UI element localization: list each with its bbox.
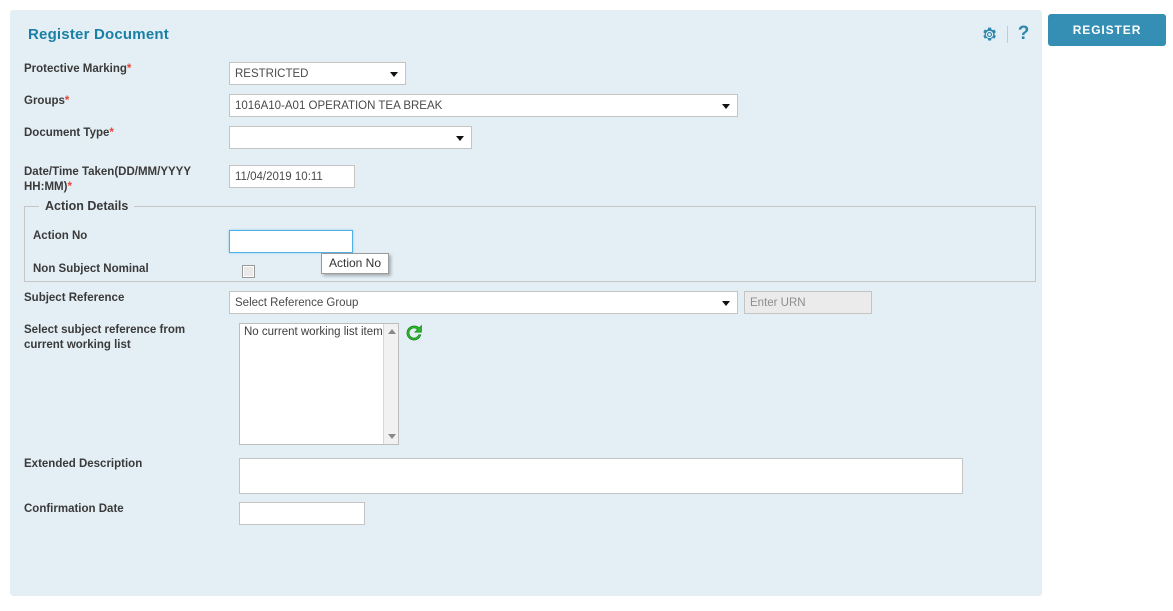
protective-marking-select[interactable]: RESTRICTED bbox=[229, 62, 406, 85]
scroll-down-icon[interactable] bbox=[388, 434, 396, 439]
working-list-label: Select subject reference from current wo… bbox=[24, 324, 186, 351]
header-divider bbox=[1007, 26, 1008, 43]
urn-input[interactable] bbox=[744, 291, 872, 314]
protective-marking-select-wrap: RESTRICTED bbox=[229, 62, 406, 85]
document-type-select[interactable] bbox=[229, 126, 472, 149]
action-no-input[interactable] bbox=[229, 230, 353, 253]
gear-icon[interactable] bbox=[981, 26, 998, 43]
action-details-legend: Action Details bbox=[39, 199, 135, 213]
protective-marking-label: Protective Marking* bbox=[24, 63, 132, 75]
refresh-icon[interactable] bbox=[404, 323, 424, 343]
extended-description-textarea[interactable] bbox=[239, 458, 963, 494]
extended-description-label: Extended Description bbox=[24, 458, 143, 470]
groups-label: Groups* bbox=[24, 95, 70, 107]
question-mark-icon[interactable]: ? bbox=[1017, 24, 1030, 43]
confirmation-date-label: Confirmation Date bbox=[24, 503, 124, 515]
action-no-label: Action No bbox=[33, 230, 88, 242]
required-marker: * bbox=[67, 181, 72, 193]
register-button[interactable]: REGISTER bbox=[1048, 14, 1166, 46]
scroll-up-icon[interactable] bbox=[388, 329, 396, 334]
required-marker: * bbox=[126, 63, 132, 75]
date-time-taken-input[interactable] bbox=[229, 165, 355, 188]
working-list-empty-text: No current working list items bbox=[244, 326, 389, 338]
groups-select-wrap: 1016A10-A01 OPERATION TEA BREAK bbox=[229, 94, 738, 117]
row-groups: Groups* 1016A10-A01 OPERATION TEA BREAK bbox=[10, 94, 1042, 117]
groups-select[interactable]: 1016A10-A01 OPERATION TEA BREAK bbox=[229, 94, 738, 117]
required-marker: * bbox=[109, 127, 114, 139]
document-type-label: Document Type* bbox=[24, 127, 114, 139]
row-subject-reference: Subject Reference Select Reference Group bbox=[10, 291, 1042, 314]
action-no-tooltip: Action No bbox=[321, 253, 390, 274]
working-list-scrollbar[interactable] bbox=[383, 324, 398, 444]
required-marker: * bbox=[64, 95, 70, 107]
non-subject-nominal-label: Non Subject Nominal bbox=[33, 263, 149, 275]
row-protective-marking: Protective Marking* RESTRICTED bbox=[10, 62, 1042, 85]
date-time-taken-label: Date/Time Taken(DD/MM/YYYY HH:MM)* bbox=[24, 166, 191, 193]
subject-reference-label: Subject Reference bbox=[24, 292, 125, 304]
subject-reference-select[interactable]: Select Reference Group bbox=[229, 291, 738, 314]
register-document-panel: Register Document ? Protective Marking* … bbox=[10, 10, 1042, 596]
row-document-type: Document Type* bbox=[10, 126, 1042, 149]
document-type-select-wrap bbox=[229, 126, 472, 149]
action-details-fieldset: Action Details Action No Non Subject Nom… bbox=[24, 199, 1036, 282]
confirmation-date-input[interactable] bbox=[239, 502, 365, 525]
header-actions: ? bbox=[981, 24, 1030, 43]
non-subject-nominal-checkbox[interactable] bbox=[242, 265, 255, 278]
working-list-listbox[interactable]: No current working list items bbox=[239, 323, 399, 445]
subject-reference-select-wrap: Select Reference Group bbox=[229, 291, 738, 314]
page-title: Register Document bbox=[28, 26, 169, 43]
